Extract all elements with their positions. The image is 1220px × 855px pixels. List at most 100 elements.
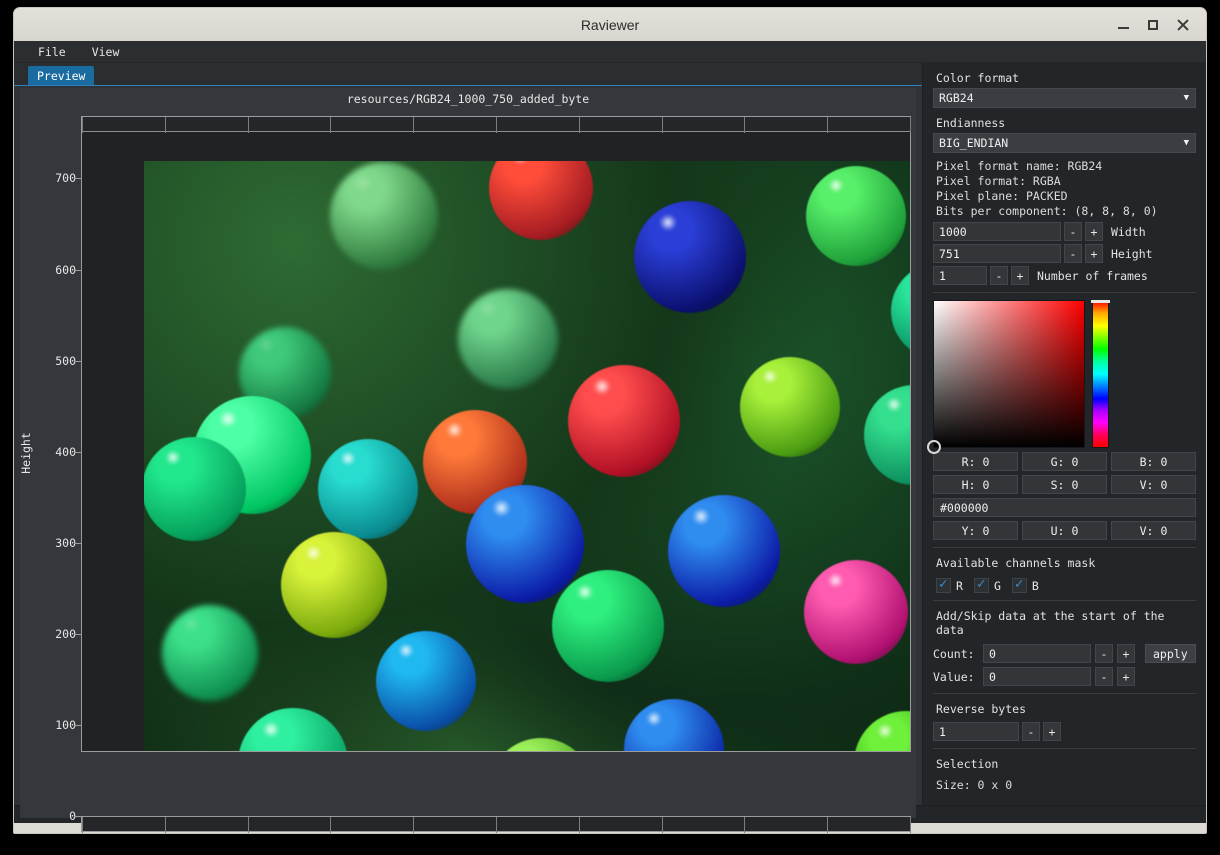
b-field[interactable]: B: 0: [1111, 452, 1196, 471]
g-value: 0: [1071, 454, 1079, 469]
plot-title: resources/RGB24_1000_750_added_byte: [346, 92, 590, 106]
y-tick-label: 200: [55, 626, 76, 641]
height-decrement-button[interactable]: -: [1064, 244, 1082, 263]
g-field[interactable]: G: 0: [1022, 452, 1107, 471]
x-tick-mark: [827, 817, 828, 833]
selection-size: Size: 0 x 0: [936, 778, 1013, 792]
v-value: 0: [1160, 477, 1168, 492]
u-field[interactable]: U: 0: [1022, 521, 1107, 540]
s-label: S:: [1050, 477, 1065, 492]
divider: [933, 748, 1196, 749]
endianness-value: BIG_ENDIAN: [939, 136, 1009, 150]
ball: [634, 200, 747, 313]
y-label: Y:: [961, 523, 976, 538]
info-pixel-plane: Pixel plane: PACKED: [936, 189, 1068, 203]
r-field[interactable]: R: 0: [933, 452, 1018, 471]
h-field[interactable]: H: 0: [933, 475, 1018, 494]
x-tick-mark: [579, 117, 580, 133]
reverse-bytes-row: 1 - +: [933, 722, 1196, 741]
count-decrement-button[interactable]: -: [1095, 644, 1113, 663]
y-tick-label: 0: [69, 809, 76, 823]
color-format-value: RGB24: [939, 91, 974, 105]
frames-input[interactable]: 1: [933, 266, 987, 285]
channel-b-checkbox[interactable]: ✓: [1011, 577, 1027, 593]
x-tick-mark: [662, 817, 663, 833]
width-decrement-button[interactable]: -: [1064, 222, 1082, 241]
apply-button[interactable]: apply: [1145, 644, 1196, 663]
width-row: 1000 - + Width: [933, 222, 1196, 241]
controls-panel: Color format RGB24 ▼ Endianness BIG_ENDI…: [922, 63, 1206, 805]
height-input[interactable]: 751: [933, 244, 1061, 263]
menu-item-file[interactable]: File: [36, 44, 68, 60]
hue-slider-handle[interactable]: [1091, 300, 1110, 305]
x-tick-mark: [910, 117, 911, 133]
ball: [465, 485, 584, 604]
value-decrement-button[interactable]: -: [1095, 667, 1113, 686]
b-label: B:: [1139, 454, 1154, 469]
count-increment-button[interactable]: +: [1117, 644, 1135, 663]
close-button[interactable]: [1168, 12, 1198, 38]
divider: [933, 292, 1196, 293]
x-tick-mark: [496, 817, 497, 833]
tab-preview[interactable]: Preview: [28, 66, 95, 85]
y-tick-label: 400: [55, 444, 76, 459]
v-field[interactable]: V: 0: [1111, 475, 1196, 494]
image-plot[interactable]: resources/RGB24_1000_750_added_byte Heig…: [19, 88, 916, 833]
channel-r-checkbox[interactable]: ✓: [936, 577, 951, 593]
reverse-bytes-input[interactable]: 1: [933, 722, 1019, 741]
chevron-down-icon: ▼: [1183, 138, 1189, 148]
frames-decrement-button[interactable]: -: [990, 266, 1008, 285]
g-label: G:: [1050, 454, 1065, 469]
x-tick-mark: [413, 817, 414, 833]
window-controls: [1108, 12, 1198, 38]
channel-b-label: B: [1031, 578, 1039, 593]
frames-caption: Number of frames: [1037, 268, 1148, 283]
endianness-select[interactable]: BIG_ENDIAN ▼: [933, 133, 1196, 153]
value-input[interactable]: 0: [983, 667, 1091, 686]
menu-item-view[interactable]: View: [90, 44, 122, 60]
window-body: Preview resources/RGB24_1000_750_added_b…: [14, 63, 1206, 833]
minimize-button[interactable]: [1108, 12, 1138, 38]
x-tick-mark: [910, 817, 911, 833]
maximize-icon: [1148, 19, 1158, 30]
height-increment-button[interactable]: +: [1085, 244, 1103, 263]
value-increment-button[interactable]: +: [1117, 667, 1135, 686]
y-tick-label: 300: [55, 535, 76, 550]
info-bits-per-component: Bits per component: (8, 8, 8, 0): [936, 204, 1158, 218]
color-format-select[interactable]: RGB24 ▼: [933, 88, 1196, 108]
x-tick-mark: [330, 117, 331, 133]
width-input[interactable]: 1000: [933, 222, 1061, 241]
x-tick-mark: [248, 117, 249, 133]
reverse-decrement-button[interactable]: -: [1022, 722, 1040, 741]
y-value: 0: [982, 523, 990, 538]
count-input[interactable]: 0: [983, 644, 1091, 663]
x-tick-mark: [496, 117, 497, 133]
y-tick-mark: [74, 725, 81, 726]
u-label: U:: [1050, 523, 1065, 538]
saturation-value-field[interactable]: [927, 300, 1085, 454]
h-value: 0: [982, 477, 990, 492]
addskip-value-row: Value: 0 - +: [933, 667, 1196, 686]
hue-slider[interactable]: [1091, 300, 1110, 448]
channel-g-checkbox[interactable]: ✓: [973, 577, 989, 593]
frames-increment-button[interactable]: +: [1011, 266, 1029, 285]
v2-field[interactable]: V: 0: [1111, 521, 1196, 540]
y-field[interactable]: Y: 0: [933, 521, 1018, 540]
reverse-increment-button[interactable]: +: [1043, 722, 1061, 741]
y-tick-mark: [74, 452, 81, 453]
ball: [739, 357, 840, 458]
y-tick-label: 600: [55, 262, 76, 277]
preview-image[interactable]: [144, 161, 910, 751]
ball: [330, 161, 439, 270]
s-field[interactable]: S: 0: [1022, 475, 1107, 494]
ball: [281, 532, 388, 639]
hex-color-input[interactable]: #000000: [933, 498, 1196, 517]
ball: [667, 494, 780, 607]
color-picker: [927, 300, 1196, 454]
sv-cursor-handle[interactable]: [927, 440, 941, 454]
bottom-ruler-band: [81, 816, 911, 833]
endianness-label: Endianness: [936, 116, 1006, 130]
divider: [933, 547, 1196, 548]
width-increment-button[interactable]: +: [1085, 222, 1103, 241]
maximize-button[interactable]: [1138, 12, 1168, 38]
